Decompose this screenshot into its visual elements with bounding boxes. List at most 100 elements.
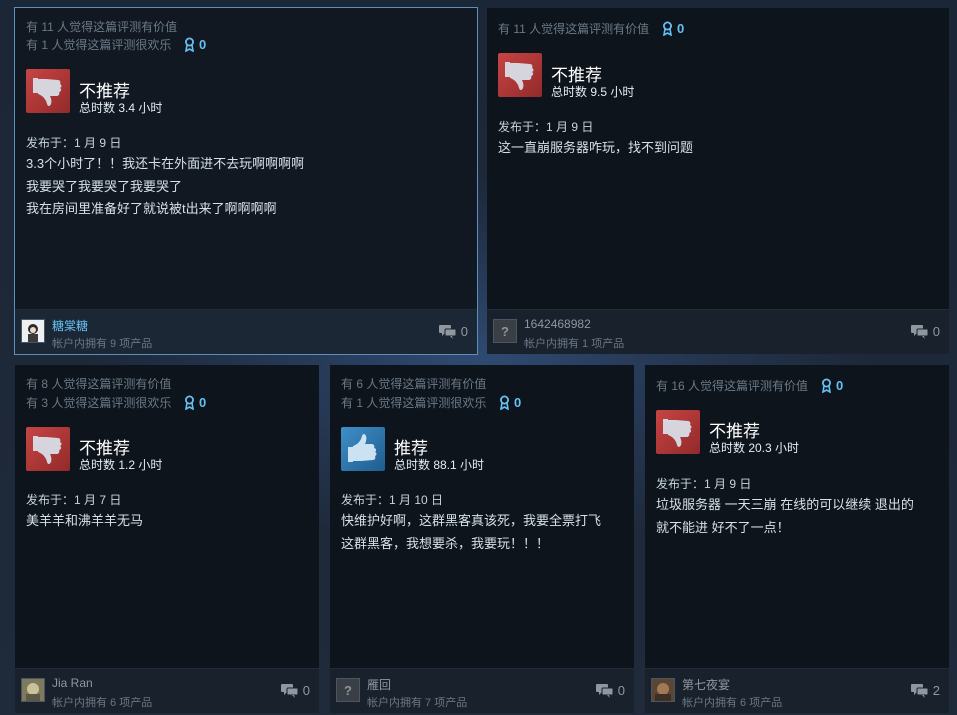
playtime: 总时数 3.4 小时 (79, 101, 163, 115)
comment-count: 0 (617, 683, 625, 698)
products-owned: 帐户内拥有 6 项产品 (52, 697, 153, 709)
review-card[interactable]: 有 11 人觉得这篇评测有价值 0 不推荐 总时数 9.5 小时 发布于：1 月… (487, 8, 949, 354)
comment-bubble-icon (595, 683, 613, 698)
review-footer: Jia Ran 帐户内拥有 6 项产品 0 (15, 668, 319, 713)
thumbs-down-icon (505, 62, 534, 90)
unknown-avatar-glyph: ? (344, 682, 352, 698)
review-card[interactable]: 有 8 人觉得这篇评测有价值 有 3 人觉得这篇评测很欢乐 0 不推荐 总时数 … (15, 365, 319, 713)
award-count: 0 (199, 37, 207, 52)
award-button[interactable]: 0 (184, 395, 206, 410)
reviewer-name[interactable]: 糖棠糖 (52, 317, 88, 334)
products-owned: 帐户内拥有 7 项产品 (367, 697, 468, 709)
review-text: 这一直崩服务器咋玩，找不到问题 (498, 137, 939, 160)
posted-date: 发布于：1 月 9 日 (498, 120, 594, 134)
award-button[interactable]: 0 (499, 395, 521, 410)
reviewer-name[interactable]: 1642468982 (524, 317, 591, 331)
review-body[interactable]: 有 16 人觉得这篇评测有价值 0 不推荐 总时数 20.3 小时 发布于：1 … (645, 365, 949, 669)
review-text: 垃圾服务器 一天三崩 在线的可以继续 退出的 就不能进 好不了一点！ (656, 494, 939, 539)
award-button[interactable]: 0 (184, 37, 206, 52)
unknown-avatar-glyph: ? (501, 323, 509, 339)
funny-count: 有 3 人觉得这篇评测很欢乐 (26, 396, 172, 410)
comments-link[interactable]: 2 (910, 683, 940, 698)
comment-count: 0 (932, 324, 940, 339)
comments-link[interactable]: 0 (280, 683, 310, 698)
award-ribbon-icon (500, 395, 509, 410)
avatar[interactable] (651, 678, 675, 702)
review-card[interactable]: 有 11 人觉得这篇评测有价值 有 1 人觉得这篇评测很欢乐 0 不推荐 总时数… (14, 7, 478, 355)
funny-count: 有 1 人觉得这篇评测很欢乐 (26, 38, 172, 52)
recommendation-badge (656, 410, 700, 454)
reviewer-name[interactable]: 第七夜宴 (682, 676, 730, 693)
award-count: 0 (677, 21, 685, 36)
review-text: 快维护好啊，这群黑客真该死，我要全票打飞 这群黑客，我想要杀，我要玩！！！ (341, 510, 624, 555)
review-footer: ? 1642468982 帐户内拥有 1 项产品 0 (487, 309, 949, 354)
comment-bubble-icon (910, 324, 928, 339)
review-text-line: 就不能进 好不了一点！ (656, 519, 790, 535)
review-text-line: 3.3个小时了！！我还卡在外面进不去玩啊啊啊啊 (26, 156, 305, 171)
posted-date: 发布于：1 月 10 日 (341, 493, 444, 507)
review-body[interactable]: 有 11 人觉得这篇评测有价值 有 1 人觉得这篇评测很欢乐 0 不推荐 总时数… (15, 8, 477, 310)
playtime: 总时数 1.2 小时 (79, 458, 163, 472)
review-text-line: 这一直崩服务器咋玩，找不到问题 (498, 140, 694, 155)
thumbs-up-icon (348, 434, 377, 462)
reviewer-name[interactable]: 雁回 (367, 676, 391, 693)
review-card[interactable]: 有 16 人觉得这篇评测有价值 0 不推荐 总时数 20.3 小时 发布于：1 … (645, 365, 949, 713)
helpful-count: 有 16 人觉得这篇评测有价值 (656, 379, 809, 393)
review-text-line: 垃圾服务器 一天三崩 在线的可以继续 退出的 (656, 497, 914, 512)
reviewer-name[interactable]: Jia Ran (52, 676, 93, 690)
award-count: 0 (514, 395, 522, 410)
award-button[interactable]: 0 (662, 21, 684, 36)
products-owned: 帐户内拥有 6 项产品 (682, 697, 783, 709)
review-text-line: 快维护好啊，这群黑客真该死，我要全票打飞 (341, 513, 602, 528)
playtime: 总时数 9.5 小时 (551, 85, 635, 99)
helpful-count: 有 11 人觉得这篇评测有价值 (26, 20, 178, 34)
posted-date: 发布于：1 月 9 日 (26, 136, 122, 150)
thumbs-down-icon (33, 436, 62, 464)
products-owned: 帐户内拥有 1 项产品 (524, 338, 625, 350)
avatar[interactable]: ? (336, 678, 360, 702)
avatar-image (22, 320, 44, 342)
review-body[interactable]: 有 8 人觉得这篇评测有价值 有 3 人觉得这篇评测很欢乐 0 不推荐 总时数 … (15, 365, 319, 669)
thumbs-down-icon (663, 419, 692, 447)
avatar-image (22, 679, 44, 701)
review-text-line: 美羊羊和沸羊羊无马 (26, 513, 144, 528)
recommendation-badge (26, 427, 70, 471)
award-ribbon-icon (663, 21, 672, 36)
thumbs-down-icon (33, 78, 62, 106)
comments-link[interactable]: 0 (910, 324, 940, 339)
review-body[interactable]: 有 11 人觉得这篇评测有价值 0 不推荐 总时数 9.5 小时 发布于：1 月… (487, 8, 949, 310)
comment-bubble-icon (910, 683, 928, 698)
award-count: 0 (836, 378, 844, 393)
review-text: 3.3个小时了！！我还卡在外面进不去玩啊啊啊啊 我要哭了我要哭了我要哭了 我在房… (26, 153, 467, 221)
review-text-line: 我要哭了我要哭了我要哭了 (26, 178, 183, 194)
avatar-image (652, 679, 674, 701)
avatar[interactable] (21, 678, 45, 702)
comment-count: 2 (932, 683, 940, 698)
avatar[interactable] (21, 319, 45, 343)
review-text-line: 这群黑客，我想要杀，我要玩！！！ (341, 535, 550, 551)
review-body[interactable]: 有 6 人觉得这篇评测有价值 有 1 人觉得这篇评测很欢乐 0 推荐 总时数 8… (330, 365, 634, 669)
award-ribbon-icon (185, 395, 194, 410)
award-count: 0 (199, 395, 207, 410)
review-text-line: 我在房间里准备好了就说被t出来了啊啊啊啊 (26, 201, 277, 216)
helpful-count: 有 6 人觉得这篇评测有价值 (341, 377, 487, 391)
comment-bubble-icon (280, 683, 298, 698)
comment-bubble-icon (438, 324, 456, 339)
playtime: 总时数 20.3 小时 (709, 441, 800, 455)
review-footer: 糖棠糖 帐户内拥有 9 项产品 0 (15, 309, 477, 354)
review-text: 美羊羊和沸羊羊无马 (26, 510, 309, 533)
funny-count: 有 1 人觉得这篇评测很欢乐 (341, 396, 487, 410)
posted-date: 发布于：1 月 9 日 (656, 477, 752, 491)
avatar[interactable]: ? (493, 319, 517, 343)
helpful-count: 有 8 人觉得这篇评测有价值 (26, 377, 172, 391)
review-card[interactable]: 有 6 人觉得这篇评测有价值 有 1 人觉得这篇评测很欢乐 0 推荐 总时数 8… (330, 365, 634, 713)
recommendation-badge (498, 53, 542, 97)
award-button[interactable]: 0 (821, 378, 843, 393)
award-ribbon-icon (822, 378, 831, 393)
review-footer: 第七夜宴 帐户内拥有 6 项产品 2 (645, 668, 949, 713)
helpful-count: 有 11 人觉得这篇评测有价值 (498, 22, 650, 36)
comments-link[interactable]: 0 (438, 324, 468, 339)
comments-link[interactable]: 0 (595, 683, 625, 698)
products-owned: 帐户内拥有 9 项产品 (52, 338, 153, 350)
recommendation-badge (341, 427, 385, 471)
